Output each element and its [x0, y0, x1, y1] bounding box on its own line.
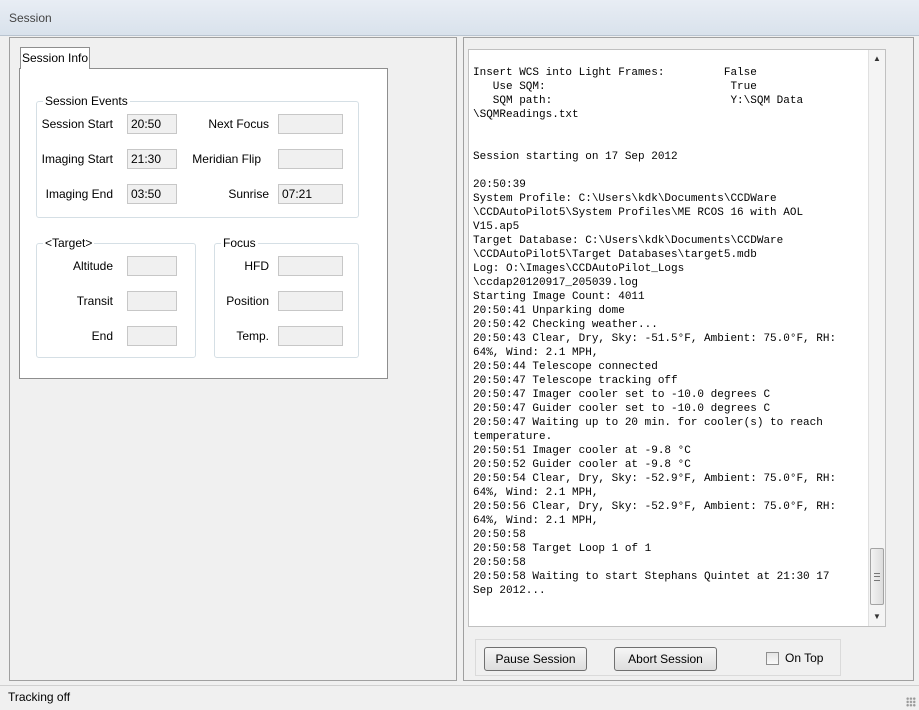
imaging-end-field: 03:50	[127, 184, 177, 204]
log-line: 20:50:54 Clear, Dry, Sky: -52.9°F, Ambie…	[473, 473, 837, 485]
position-label: Position	[226, 294, 269, 308]
log-line: \CCDAutoPilot5\Target Databases\target5.…	[473, 249, 757, 261]
temp-field	[278, 326, 343, 346]
focus-legend: Focus	[221, 236, 258, 250]
log-line: \ccdap20120917_205039.log	[473, 277, 639, 289]
log-line: SQM path: Y:\SQM Data	[473, 95, 804, 107]
log-line: 20:50:47 Waiting up to 20 min. for coole…	[473, 417, 823, 429]
resize-grip-icon[interactable]	[906, 697, 916, 707]
next-focus-field	[278, 114, 343, 134]
status-text: Tracking off	[8, 690, 71, 704]
log-line: V15.ap5	[473, 221, 520, 233]
meridian-flip-label: Meridian Flip	[192, 152, 261, 166]
meridian-flip-field	[278, 149, 343, 169]
log-line: 20:50:56 Clear, Dry, Sky: -52.9°F, Ambie…	[473, 501, 837, 513]
log-line: Log: O:\Images\CCDAutoPilot_Logs	[473, 263, 685, 275]
down-arrow-icon[interactable]: ▼	[869, 609, 885, 625]
imaging-start-field: 21:30	[127, 149, 177, 169]
log-line: \CCDAutoPilot5\System Profiles\ME RCOS 1…	[473, 207, 804, 219]
end-field	[127, 326, 177, 346]
log-line: Session starting on 17 Sep 2012	[473, 151, 678, 163]
title-bar: Session	[0, 0, 919, 36]
log-line: System Profile: C:\Users\kdk\Documents\C…	[473, 193, 777, 205]
next-focus-label: Next Focus	[208, 117, 269, 131]
sunrise-field: 07:21	[278, 184, 343, 204]
altitude-label: Altitude	[72, 259, 113, 273]
log-line: Use SQM: True	[473, 81, 757, 93]
session-events-legend: Session Events	[43, 94, 130, 108]
log-line: Insert WCS into Light Frames: False	[473, 67, 757, 79]
log-line: 20:50:58	[473, 557, 526, 569]
end-label: End	[91, 329, 113, 343]
session-log[interactable]: Insert WCS into Light Frames: False Use …	[468, 49, 886, 627]
status-bar: Tracking off	[0, 685, 919, 710]
temp-label: Temp.	[236, 329, 269, 343]
imaging-start-label: Imaging Start	[41, 152, 113, 166]
position-field	[278, 291, 343, 311]
log-line: 20:50:43 Clear, Dry, Sky: -51.5°F, Ambie…	[473, 333, 837, 345]
log-line: \SQMReadings.txt	[473, 109, 579, 121]
log-line: Starting Image Count: 4011	[473, 291, 645, 303]
pause-session-button[interactable]: Pause Session	[484, 647, 587, 671]
log-line: 20:50:58	[473, 529, 526, 541]
log-line: 64%, Wind: 2.1 MPH,	[473, 487, 599, 499]
session-start-label: Session Start	[41, 117, 113, 131]
log-line: 20:50:41 Unparking dome	[473, 305, 625, 317]
log-line: 20:50:47 Imager cooler set to -10.0 degr…	[473, 389, 771, 401]
log-line: 20:50:44 Telescope connected	[473, 361, 658, 373]
imaging-end-label: Imaging End	[45, 187, 113, 201]
altitude-field	[127, 256, 177, 276]
on-top-checkbox[interactable]	[766, 652, 779, 665]
log-line: 20:50:52 Guider cooler at -9.8 °C	[473, 459, 691, 471]
log-line: 20:50:51 Imager cooler at -9.8 °C	[473, 445, 691, 457]
transit-field	[127, 291, 177, 311]
log-line: Sep 2012...	[473, 585, 546, 597]
log-line: 20:50:47 Guider cooler set to -10.0 degr…	[473, 403, 771, 415]
window-title: Session	[9, 11, 52, 25]
on-top-label[interactable]: On Top	[785, 651, 823, 666]
log-scrollbar[interactable]: ▲ ▼	[868, 50, 885, 626]
session-start-field: 20:50	[127, 114, 177, 134]
log-line: 64%, Wind: 2.1 MPH,	[473, 515, 599, 527]
log-line: 64%, Wind: 2.1 MPH,	[473, 347, 599, 359]
log-line: 20:50:39	[473, 179, 526, 191]
target-legend: <Target>	[43, 236, 95, 250]
transit-label: Transit	[76, 294, 113, 308]
abort-session-button[interactable]: Abort Session	[614, 647, 717, 671]
log-line: 20:50:42 Checking weather...	[473, 319, 658, 331]
scrollbar-thumb[interactable]	[870, 548, 884, 605]
sunrise-label: Sunrise	[228, 187, 269, 201]
session-log-text: Insert WCS into Light Frames: False Use …	[473, 66, 836, 598]
log-line: 20:50:47 Telescope tracking off	[473, 375, 678, 387]
log-line: temperature.	[473, 431, 553, 443]
grip-icon	[874, 573, 880, 581]
up-arrow-icon[interactable]: ▲	[869, 51, 885, 67]
log-line: Target Database: C:\Users\kdk\Documents\…	[473, 235, 784, 247]
session-info-panel: Session Events Session Start 20:50 Imagi…	[19, 68, 388, 379]
log-line: 20:50:58 Waiting to start Stephans Quint…	[473, 571, 830, 583]
log-line: 20:50:58 Target Loop 1 of 1	[473, 543, 652, 555]
tab-session-info[interactable]: Session Info	[20, 47, 90, 69]
hfd-field	[278, 256, 343, 276]
hfd-label: HFD	[244, 259, 269, 273]
